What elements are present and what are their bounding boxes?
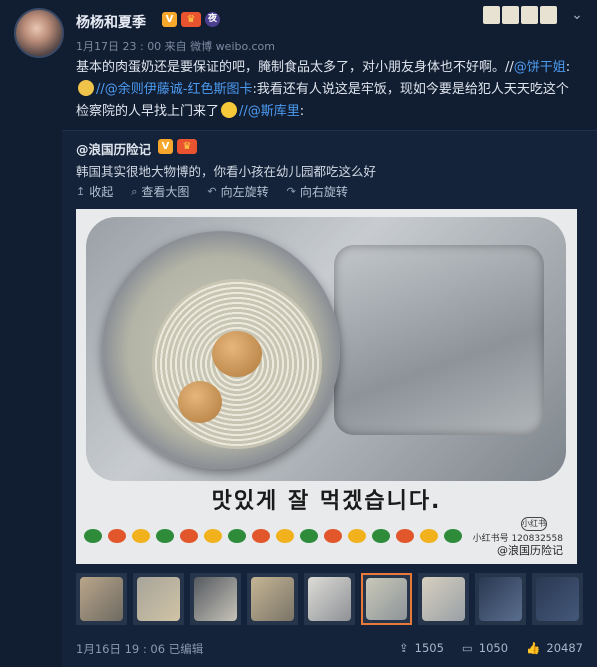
- content-text: :: [299, 104, 305, 119]
- circle-badge-icon: 夜: [205, 12, 220, 27]
- crown-icon: ♛: [181, 12, 201, 27]
- share-count: 1505: [414, 641, 444, 655]
- photo-watermark: 小红书号 120832558 @浪国历险记: [473, 533, 563, 557]
- watermark-logo: 小红书: [521, 517, 547, 531]
- verified-icon: V: [162, 12, 177, 27]
- emoji-card-image: [483, 6, 557, 24]
- repost-panel: @浪国历险记 V ♛ 韩国其实很地大物博的，你看小孩在幼儿园都吃这么好 ↥ 收起…: [62, 130, 597, 667]
- tray-slogan: 맛있게 잘 먹겠습니다.: [211, 489, 442, 514]
- repost-badges: V ♛: [158, 139, 197, 154]
- post-username[interactable]: 杨杨和夏季: [76, 12, 146, 32]
- view-large-button[interactable]: ⌕ 查看大图: [131, 183, 189, 200]
- thumbnail[interactable]: [190, 573, 241, 625]
- avatar[interactable]: [14, 8, 64, 58]
- thumbnail-active[interactable]: [361, 573, 412, 625]
- weibo-post: 杨杨和夏季 V ♛ 夜 ⌄ 1月17日 23 : 00 来自 微博 weibo.…: [0, 0, 597, 667]
- tray-compartment: [334, 245, 544, 435]
- comment-count: 1050: [478, 641, 509, 655]
- repost-date: 1月16日 19 : 06 已编辑: [76, 642, 204, 656]
- comment-button[interactable]: ▭ 1050: [462, 641, 508, 655]
- thumbnail[interactable]: [418, 573, 469, 625]
- mention-link[interactable]: //@余则伊藤诚-红色斯图卡: [96, 82, 252, 97]
- like-icon: 👍: [526, 641, 541, 655]
- rotate-right-icon: ↷: [286, 185, 296, 198]
- post-meta: 1月17日 23 : 00 来自 微博 weibo.com: [76, 40, 276, 53]
- search-icon: ⌕: [131, 184, 138, 198]
- post-content: 基本的肉蛋奶还是要保证的吧，腌制食品太多了，对小朋友身体也不好啊。//@饼干姐:…: [76, 57, 581, 123]
- verified-icon: V: [158, 139, 173, 154]
- like-count: 20487: [546, 641, 583, 655]
- rotate-left-button[interactable]: ↶ 向左旋转: [207, 183, 268, 200]
- collapse-label: 收起: [89, 185, 114, 199]
- mention-link[interactable]: //@斯库里: [239, 104, 300, 119]
- content-text: :: [565, 60, 571, 75]
- share-button[interactable]: ⇪ 1505: [399, 641, 444, 655]
- rotate-left-label: 向左旋转: [220, 185, 269, 199]
- image-toolbar: ↥ 收起 ⌕ 查看大图 ↶ 向左旋转 ↷ 向右旋转: [76, 183, 348, 200]
- user-badges: V ♛ 夜: [162, 12, 220, 27]
- watermark-user: @浪国历险记: [497, 544, 563, 557]
- thumbnail[interactable]: [76, 573, 127, 625]
- repost-stats: ⇪ 1505 ▭ 1050 👍 20487: [399, 641, 583, 655]
- cat-emoji-icon: [78, 80, 94, 96]
- thumbnail-strip: [76, 573, 583, 625]
- thumbnail[interactable]: [532, 573, 583, 625]
- crown-icon: ♛: [177, 139, 197, 154]
- rotate-right-button[interactable]: ↷ 向右旋转: [287, 183, 348, 200]
- thumbnail[interactable]: [247, 573, 298, 625]
- fruit-decoration: [84, 529, 462, 543]
- thumbnail[interactable]: [304, 573, 355, 625]
- thinking-emoji-icon: [221, 102, 238, 118]
- content-text: 基本的肉蛋奶还是要保证的吧，腌制食品太多了，对小朋友身体也不好啊。//: [76, 60, 514, 75]
- like-button[interactable]: 👍 20487: [526, 641, 583, 655]
- lunch-tray-image: [86, 217, 566, 481]
- repost-text: 韩国其实很地大物博的，你看小孩在幼儿园都吃这么好: [76, 164, 377, 179]
- view-large-label: 查看大图: [141, 185, 190, 199]
- fishball-image: [178, 381, 222, 423]
- thumbnail[interactable]: [475, 573, 526, 625]
- thumbnail[interactable]: [133, 573, 184, 625]
- main-photo[interactable]: 맛있게 잘 먹겠습니다. 小红书 小红书号 120832558 @浪国历险记: [76, 209, 577, 564]
- header-right: ⌄: [483, 6, 585, 24]
- rotate-right-label: 向右旋转: [299, 185, 348, 199]
- repost-username[interactable]: @浪国历险记: [76, 139, 151, 158]
- comment-icon: ▭: [461, 641, 473, 655]
- chevron-down-icon[interactable]: ⌄: [569, 7, 585, 23]
- mention-link[interactable]: @饼干姐: [514, 60, 566, 75]
- collapse-icon: ↥: [76, 185, 86, 198]
- rotate-left-icon: ↶: [207, 185, 217, 198]
- collapse-button[interactable]: ↥ 收起: [76, 183, 113, 200]
- noodle-bowl-image: [102, 231, 340, 469]
- fishball-image: [212, 331, 262, 377]
- share-icon: ⇪: [399, 641, 409, 655]
